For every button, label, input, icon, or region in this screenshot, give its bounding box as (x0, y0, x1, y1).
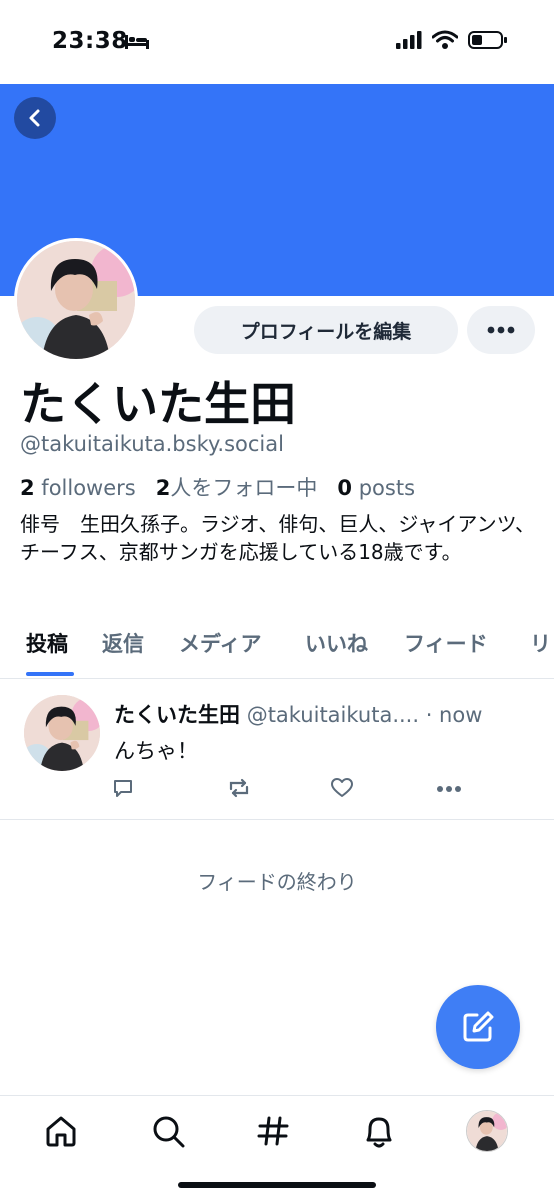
tab-media[interactable]: メディア (179, 628, 262, 658)
more-horizontal-icon[interactable] (436, 785, 462, 793)
post-time: · now (419, 703, 483, 727)
compose-icon (463, 1011, 494, 1042)
search-icon[interactable] (151, 1114, 187, 1150)
tab-posts[interactable]: 投稿 (26, 628, 68, 658)
following-label: 人をフォロー中 (170, 476, 318, 500)
profile-stats: 2 followers 2人をフォロー中 0 posts (20, 472, 415, 502)
tab-likes[interactable]: いいね (305, 628, 368, 658)
like-icon[interactable] (330, 777, 354, 799)
sleep-mode-icon (125, 35, 149, 49)
back-button[interactable] (14, 97, 56, 139)
following-count: 2 (155, 476, 171, 500)
tab-replies[interactable]: 返信 (102, 628, 144, 658)
battery-icon (468, 31, 507, 49)
hashtag-icon[interactable] (256, 1114, 290, 1148)
wifi-icon (432, 30, 458, 49)
home-indicator (178, 1182, 376, 1188)
following-link[interactable]: 2人をフォロー中 (156, 476, 318, 500)
post-avatar[interactable] (24, 695, 100, 771)
post-text: んちゃ！ (114, 739, 198, 763)
profile-tabs: 投稿 返信 メディア いいね フィード リ (0, 616, 554, 679)
feed-post[interactable]: たくいた生田 @takuitaikuta.... · now んちゃ！ (0, 679, 554, 820)
profile-bio: 俳号 生田久孫子。ラジオ、俳句、巨人、ジャイアンツ、チーフス、京都サンガを応援し… (20, 512, 535, 564)
profile-handle: @takuitaikuta.bsky.social (20, 432, 284, 456)
avatar-image (467, 1111, 507, 1151)
post-author-name[interactable]: たくいた生田 (114, 703, 240, 727)
repost-icon[interactable] (226, 777, 252, 799)
chevron-left-icon (29, 109, 40, 127)
posts-count: 0 (337, 476, 353, 500)
post-author-handle[interactable]: @takuitaikuta.... (247, 703, 419, 727)
status-bar: 23:38 (0, 0, 554, 84)
active-tab-indicator (26, 672, 74, 676)
feed-end-label: フィードの終わり (197, 870, 357, 894)
profile-nav-avatar[interactable] (466, 1110, 508, 1152)
followers-label: followers (34, 476, 136, 500)
more-horizontal-icon (487, 326, 515, 334)
status-time: 23:38 (52, 28, 128, 54)
posts-stat: 0 posts (337, 476, 415, 500)
display-name: たくいた生田 (20, 377, 296, 431)
home-icon[interactable] (44, 1114, 78, 1148)
profile-avatar[interactable] (14, 238, 138, 362)
signal-icon (396, 31, 422, 49)
bell-icon[interactable] (362, 1114, 396, 1150)
status-indicators (396, 30, 508, 50)
post-header: たくいた生田 @takuitaikuta.... · now (114, 699, 482, 729)
followers-link[interactable]: 2 followers (20, 476, 136, 500)
avatar-image (17, 241, 135, 359)
edit-profile-button[interactable]: プロフィールを編集 (194, 306, 458, 354)
tab-lists[interactable]: リ (530, 628, 551, 658)
tab-feeds[interactable]: フィード (404, 628, 488, 658)
more-options-button[interactable] (467, 306, 535, 354)
posts-label: posts (352, 476, 416, 500)
reply-icon[interactable] (112, 777, 134, 799)
followers-count: 2 (20, 476, 35, 500)
avatar-image (24, 695, 100, 771)
compose-button[interactable] (436, 985, 520, 1069)
